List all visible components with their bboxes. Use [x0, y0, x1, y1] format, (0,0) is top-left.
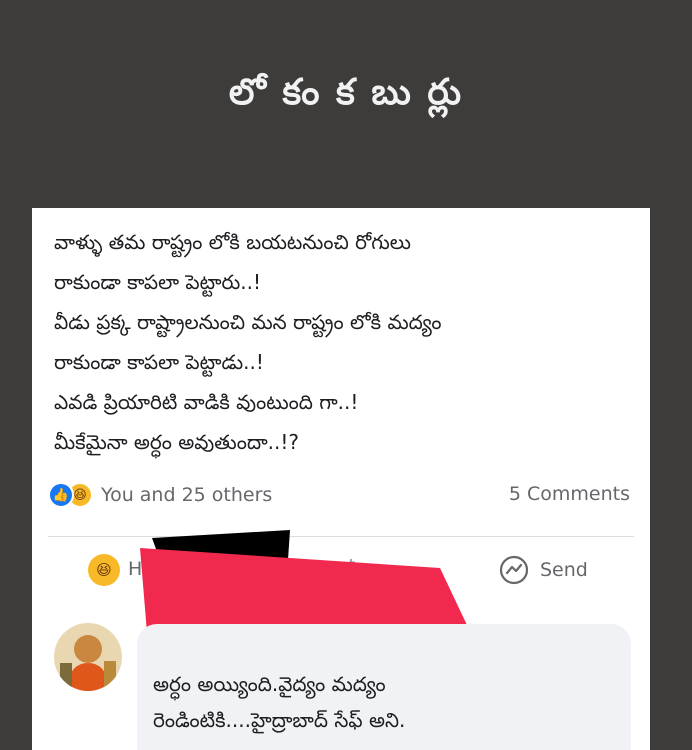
comment-bubble: అర్ధం అయ్యింది.వైద్యం మద్యం రెండింటికి..…: [137, 624, 631, 750]
post-action-bar: 😆 H Comment Send: [32, 548, 650, 594]
haha-reaction-icon[interactable]: 😆: [88, 554, 120, 586]
page-title: లో కం క బు ర్లు: [228, 72, 464, 113]
post-text: వాళ్ళు తమ రాష్ట్రం లోకి బయటనుంచి రోగులు …: [54, 222, 634, 462]
post-line: వాళ్ళు తమ రాష్ట్రం లోకి బయటనుంచి రోగులు: [54, 230, 411, 254]
post-line: వీడు ప్రక్క రాష్ట్రాలనుంచి మన రాష్ట్రం ల…: [54, 310, 442, 334]
send-label: Send: [540, 559, 588, 581]
comment-button[interactable]: Comment: [272, 556, 355, 576]
post-line: రాకుండా కాపలా పెట్టాడు..!: [54, 350, 264, 374]
react-button-label[interactable]: H: [128, 558, 142, 580]
reactions-summary[interactable]: 👍 😆 You and 25 others: [48, 478, 272, 512]
post-line: ఎవడి ప్రియారిటి వాడికి వుంటుంది గా..!: [54, 390, 359, 414]
messenger-icon: [499, 555, 529, 585]
avatar-image: [54, 623, 122, 691]
post-line: మీకేమైనా అర్ధం అవుతుందా..!?: [54, 430, 299, 454]
send-button[interactable]: Send: [498, 554, 588, 586]
comment-line: అర్ధం అయ్యింది.వైద్యం మద్యం: [153, 672, 386, 696]
reactions-count-text: You and 25 others: [101, 484, 273, 506]
comment-line: రెండింటికి....హైద్రాబాద్ సేఫ్ అని.: [153, 708, 406, 732]
comment-text: అర్ధం అయ్యింది.వైద్యం మద్యం రెండింటికి..…: [153, 666, 405, 738]
comments-count-link[interactable]: 5 Comments: [509, 483, 630, 505]
like-icon: 👍: [48, 482, 74, 508]
post-line: రాకుండా కాపలా పెట్టారు..!: [54, 270, 261, 294]
avatar[interactable]: [54, 623, 122, 691]
divider: [48, 536, 634, 537]
